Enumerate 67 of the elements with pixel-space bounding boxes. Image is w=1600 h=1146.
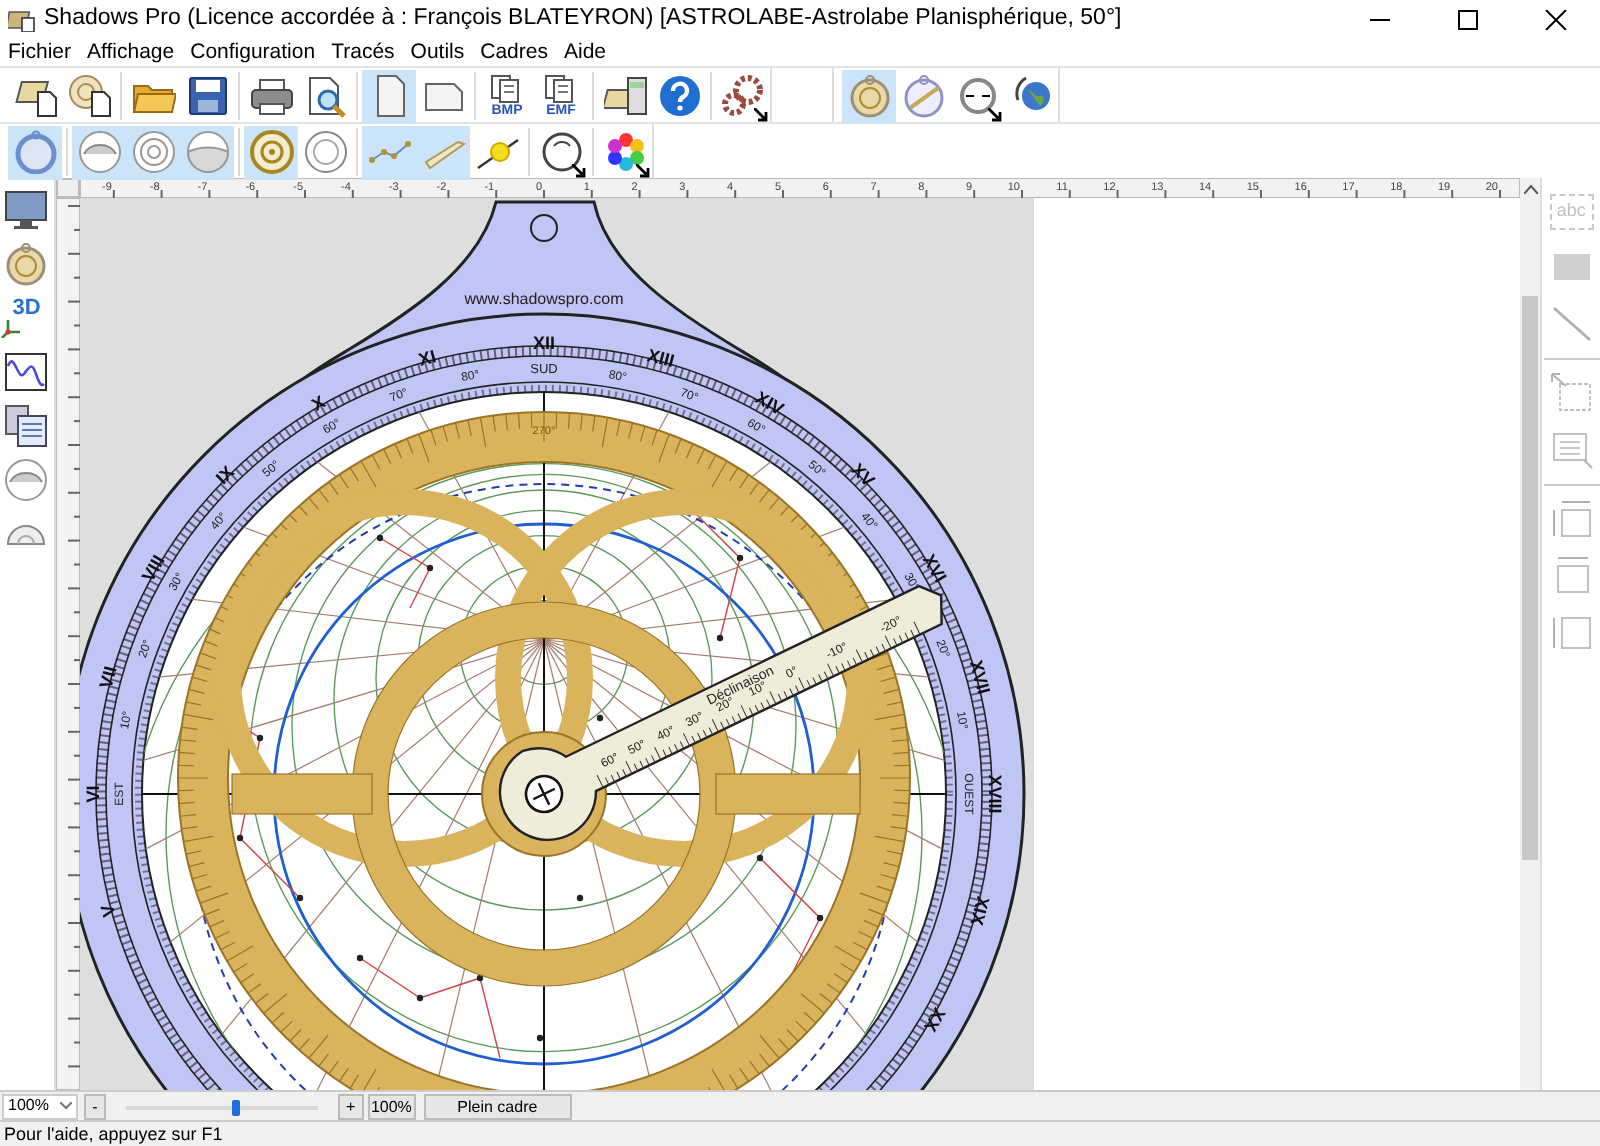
astrolabe-back-icon: [901, 74, 945, 118]
text-frame-icon: [1549, 427, 1594, 472]
hour-numeral: VII: [94, 664, 120, 691]
dome-icon: [77, 130, 121, 174]
hour-numeral: V: [96, 902, 119, 920]
astrolabe-icon: [4, 241, 49, 286]
ring-icon: [13, 130, 57, 174]
concentric-circles-icon: [131, 130, 175, 174]
frame-icon: [1549, 371, 1594, 416]
zoom-in-button[interactable]: +: [338, 1093, 364, 1119]
zoom-out-button[interactable]: -: [84, 1093, 106, 1119]
close-icon[interactable]: [1544, 10, 1568, 30]
hour-numeral: XI: [415, 346, 438, 370]
help-icon: [657, 74, 701, 118]
plain-dial-icon: [303, 130, 347, 174]
status-text: Pour l'aide, appuyez sur F1: [4, 1124, 223, 1144]
caret-icon: [60, 1102, 72, 1110]
calculator-icon: [603, 74, 647, 118]
hour-numeral: XIII: [644, 344, 676, 372]
menu-item[interactable]: Cadres: [472, 40, 556, 66]
axes-icon: [0, 317, 25, 338]
magnifier-document-icon: [303, 74, 347, 118]
wave-chart-icon: [4, 349, 49, 394]
scrollbar-thumb[interactable]: [1522, 296, 1539, 860]
app-logo-icon: [8, 8, 36, 32]
fit-frame-button[interactable]: Plein cadre: [423, 1093, 572, 1119]
side-tool-button[interactable]: 3D: [0, 291, 53, 344]
hour-numeral: VIII: [137, 551, 168, 586]
side-tool-button[interactable]: [0, 399, 53, 452]
zoom-select[interactable]: 100%: [2, 1093, 78, 1119]
menu-item[interactable]: Aide: [555, 40, 614, 66]
hour-numeral: XVI: [918, 550, 951, 586]
printer-icon: [249, 74, 293, 118]
website-text: www.shadowspro.com: [463, 290, 623, 308]
documents-icon: [4, 403, 49, 448]
hour-numeral: XIX: [965, 894, 993, 928]
diagonal-line-icon: [1549, 301, 1594, 346]
resize-icon: [1549, 497, 1594, 542]
menu-item[interactable]: Tracés: [323, 40, 403, 66]
dial-icon: [539, 130, 583, 174]
menu-item[interactable]: Configuration: [182, 40, 324, 66]
hour-numeral: XX: [919, 1004, 949, 1036]
zoom-slider-thumb[interactable]: [232, 1099, 241, 1115]
hour-numeral: X: [307, 391, 328, 415]
astrolabe-icon: [847, 74, 891, 118]
dial-document-icon: [67, 74, 111, 118]
zoom-value-field[interactable]: 100%: [367, 1093, 416, 1119]
menu-item[interactable]: Outils: [402, 40, 473, 66]
rotation-circle-icon: [955, 74, 999, 118]
menu-item[interactable]: Affichage: [79, 40, 183, 66]
hour-numeral: IX: [211, 461, 238, 488]
hour-numeral: XV: [846, 459, 878, 491]
hour-numeral: XVII: [965, 658, 994, 697]
gears-icon: [721, 74, 765, 118]
window-title: Shadows Pro (Licence accordée à : François BLATEYRON) [ASTROLABE-Astrolabe Planisphérique, 50°]: [44, 4, 1122, 35]
menu-item[interactable]: Fichier: [0, 40, 80, 66]
astrolabe-dial-icon: [249, 130, 293, 174]
toolbar-button[interactable]: [716, 69, 770, 123]
maximize-icon[interactable]: [1456, 10, 1480, 30]
hour-numeral: XVIII: [984, 774, 1005, 814]
dome-icon: [4, 457, 49, 502]
color-wheel-icon: [603, 130, 647, 174]
hour-numeral: VI: [82, 785, 103, 803]
monitor-icon: [4, 187, 49, 232]
hour-numeral: XIV: [751, 387, 787, 420]
protractor-icon: [4, 521, 49, 546]
half-dome-icon: [185, 130, 229, 174]
